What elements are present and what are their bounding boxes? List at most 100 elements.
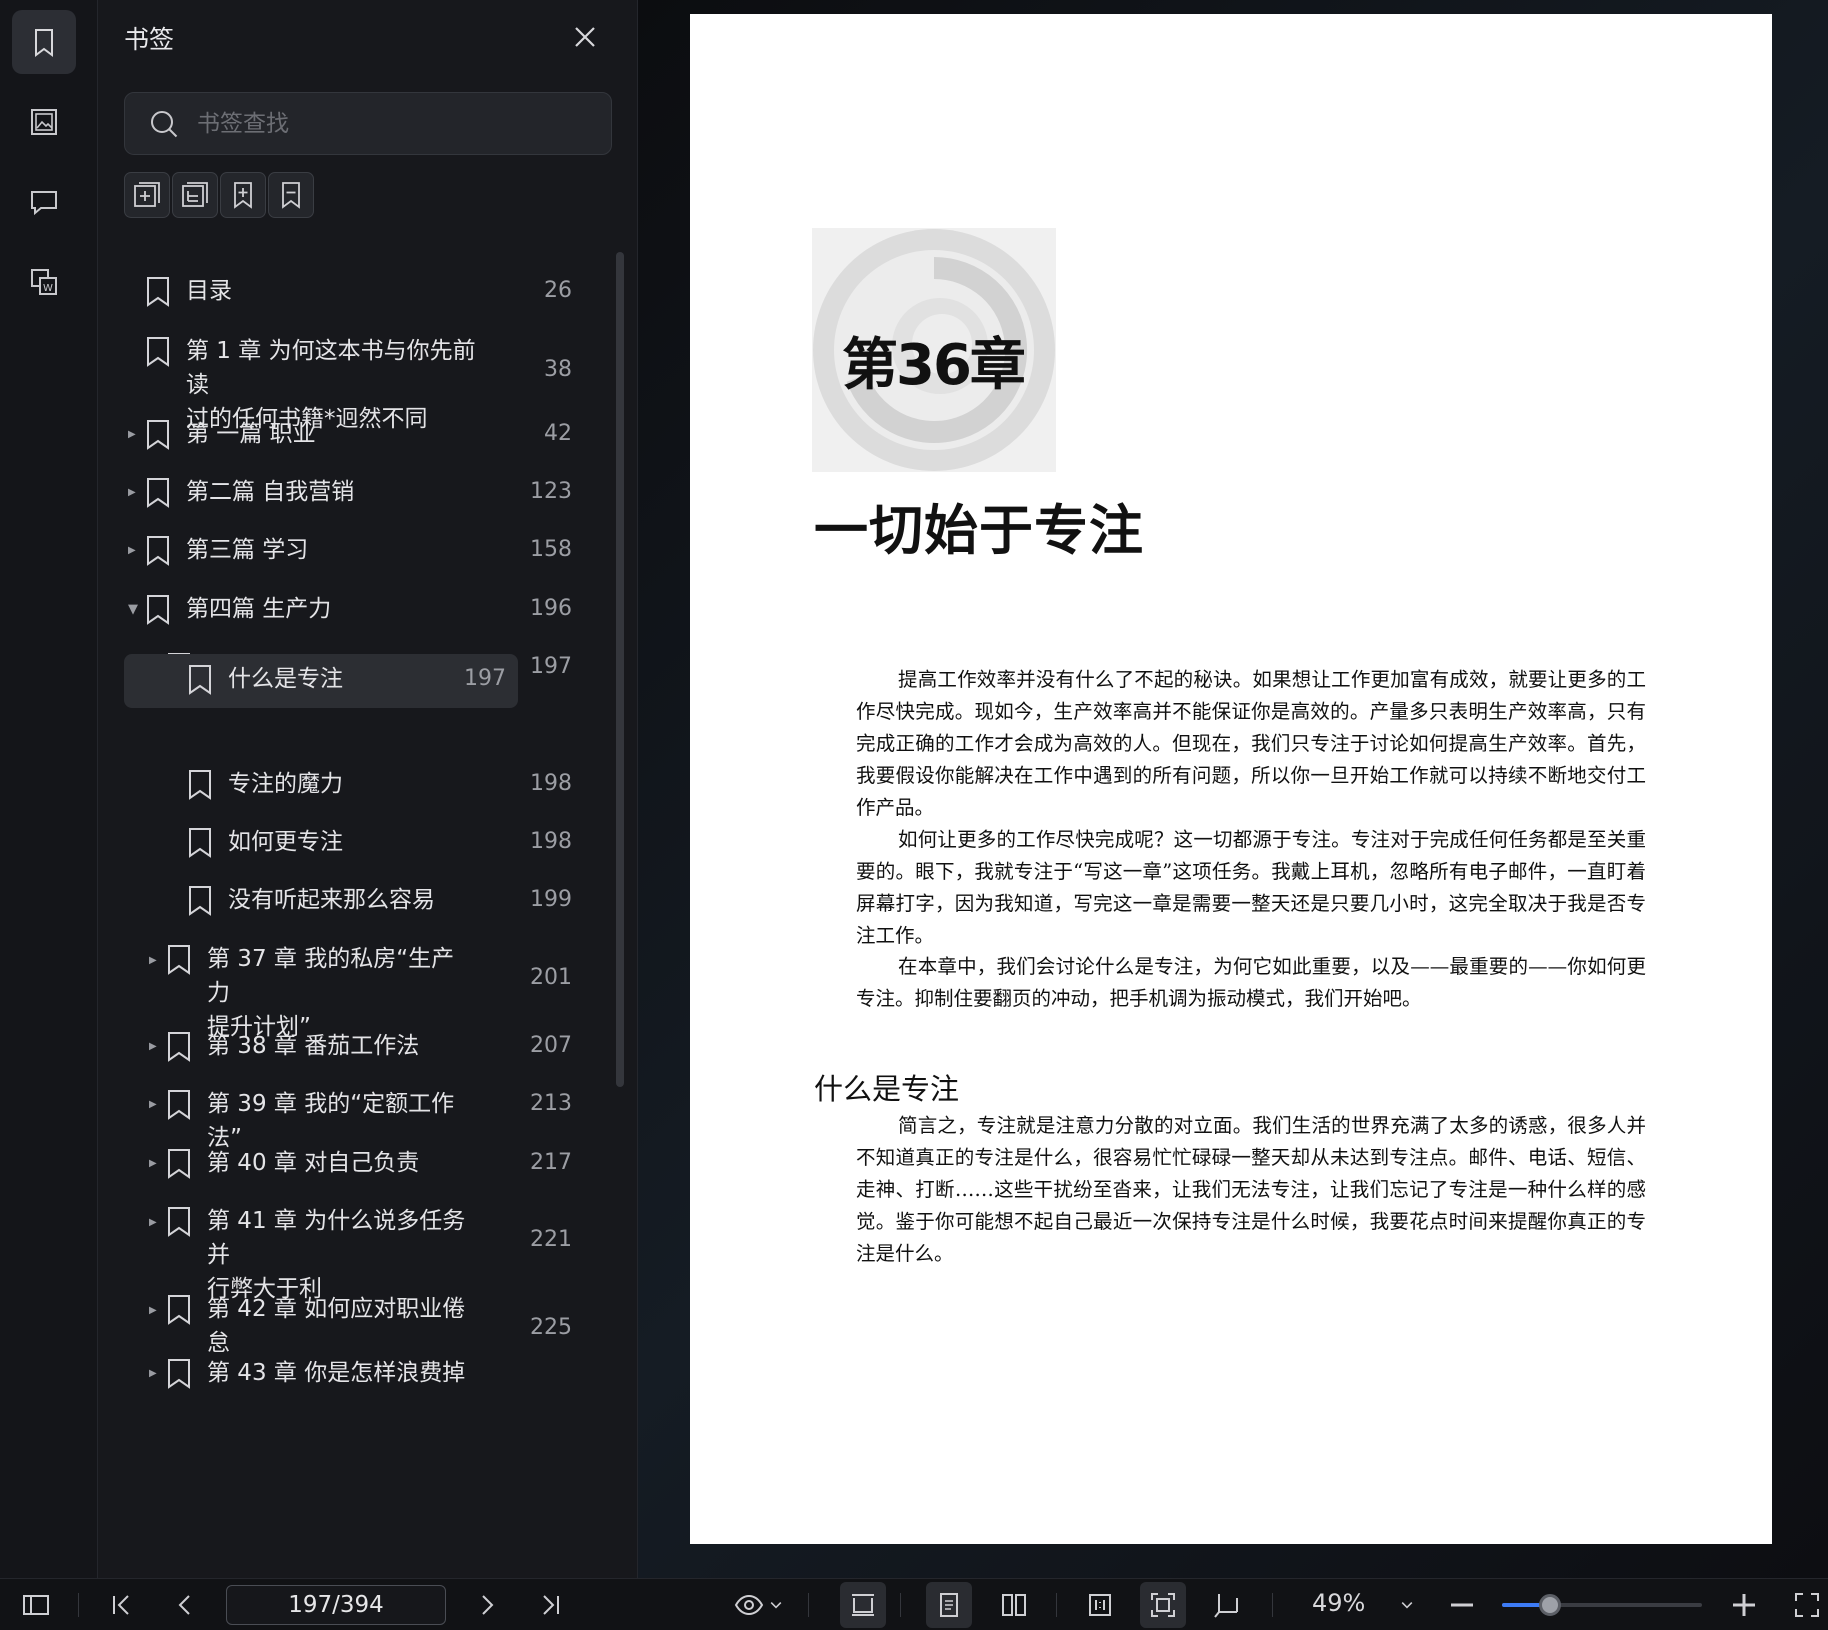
rotate-icon: [1214, 1594, 1238, 1618]
bookmark-item[interactable]: ▶ 第 39 章 我的“定额工作法” 213: [124, 1079, 584, 1151]
page-number-field[interactable]: 197/394: [226, 1585, 446, 1625]
bookmark-item[interactable]: ▶ 第 38 章 番茄工作法 207: [124, 1021, 584, 1073]
bookmark-page-number: 26: [544, 278, 572, 303]
bookmark-item[interactable]: 专注的魔力 198: [124, 759, 584, 811]
zoom-dropdown[interactable]: [1392, 1588, 1422, 1622]
caret-right-icon[interactable]: ▶: [128, 486, 142, 500]
bookmark-page-number: 198: [530, 829, 572, 854]
zoom-out-button[interactable]: [1445, 1588, 1479, 1622]
bookmark-item[interactable]: 如何更专注 198: [124, 817, 584, 869]
add-sub-bookmark-button[interactable]: [172, 172, 218, 218]
zoom-in-button[interactable]: [1727, 1588, 1761, 1622]
actual-size-button[interactable]: [1083, 1588, 1117, 1622]
bookmark-item[interactable]: ▶ 第三篇 学习 158: [124, 525, 584, 577]
bookmark-icon: [147, 420, 169, 450]
close-icon[interactable]: [570, 22, 600, 52]
toolbar-divider: [1056, 1593, 1057, 1617]
search-input[interactable]: [197, 110, 577, 137]
fit-page-button[interactable]: [1140, 1582, 1186, 1628]
sidebar-rail: W: [0, 0, 98, 1578]
caret-right-icon[interactable]: ▶: [149, 1098, 163, 1112]
previous-page-button[interactable]: [168, 1588, 202, 1622]
comment-panel-button[interactable]: [12, 170, 76, 234]
bookmark-page-number: 38: [544, 357, 572, 382]
caret-down-icon[interactable]: ▼: [128, 603, 142, 617]
bookmark-panel-button[interactable]: [12, 10, 76, 74]
caret-right-icon[interactable]: ▶: [149, 1216, 163, 1230]
insert-bookmark-button[interactable]: [220, 172, 266, 218]
svg-text:W: W: [43, 283, 53, 294]
chapter-number: 第36章: [842, 333, 1026, 398]
bookmark-page-number: 42: [544, 421, 572, 446]
chevron-down-icon: [770, 1602, 782, 1609]
bookmark-page-number: 197: [464, 666, 506, 691]
scrollbar-thumb[interactable]: [616, 252, 624, 1087]
bookmark-item[interactable]: ▶ 第 41 章 为什么说多任务并 行弊大于利 221: [124, 1196, 584, 1302]
bookmark-item[interactable]: 目录 26: [124, 266, 584, 318]
panel-title: 书签: [124, 25, 175, 54]
toggle-sidebar-button[interactable]: [19, 1588, 53, 1622]
bookmark-item[interactable]: ▶ 第二篇 自我营销 123: [124, 467, 584, 519]
bookmark-label: 第 43 章 你是怎样浪费掉: [207, 1360, 466, 1386]
caret-right-icon[interactable]: ▶: [149, 1040, 163, 1054]
caret-right-icon[interactable]: ▶: [149, 1367, 163, 1381]
bookmark-icon: [168, 1032, 190, 1062]
bookmark-label: 目录: [186, 278, 232, 304]
bookmark-minus-icon: [282, 182, 300, 209]
thumbnail-panel-button[interactable]: [12, 90, 76, 154]
bookmark-item[interactable]: ▶ 第 43 章 你是怎样浪费掉: [124, 1348, 584, 1400]
actual-size-icon: [1089, 1594, 1111, 1616]
bookmark-label: 第 38 章 番茄工作法: [207, 1033, 420, 1059]
fit-width-icon: [852, 1594, 874, 1616]
single-page-button[interactable]: [926, 1582, 972, 1628]
bookmark-label: 第四篇 生产力: [186, 596, 332, 622]
last-page-icon: [543, 1595, 559, 1615]
remove-bookmark-button[interactable]: [268, 172, 314, 218]
add-bookmark-button[interactable]: [124, 172, 170, 218]
caret-right-icon[interactable]: ▶: [149, 954, 163, 968]
convert-word-button[interactable]: W: [12, 250, 76, 314]
bookmark-icon: [147, 595, 169, 625]
caret-right-icon[interactable]: ▶: [128, 544, 142, 558]
bookmark-item[interactable]: ▶ 第 37 章 我的私房“生产力 提升计划” 201: [124, 934, 584, 1040]
toolbar-divider: [78, 1593, 79, 1617]
chapter-badge: 第36章: [812, 228, 1056, 472]
image-icon: [31, 109, 57, 135]
bottom-toolbar: 197/394 49%: [0, 1578, 1828, 1630]
bookmark-item[interactable]: ▶ 第 一篇 职业 42: [124, 409, 584, 461]
two-page-icon: [1002, 1594, 1026, 1616]
caret-right-icon[interactable]: ▶: [128, 428, 142, 442]
bookmark-page-number: 123: [530, 479, 572, 504]
bookmark-page-number: 197: [530, 654, 572, 679]
rotate-button[interactable]: [1210, 1588, 1244, 1622]
section-heading: 什么是专注: [814, 1072, 960, 1106]
caret-right-icon[interactable]: ▶: [149, 1157, 163, 1171]
zoom-slider[interactable]: [1502, 1603, 1702, 1607]
fit-width-button[interactable]: [840, 1582, 886, 1628]
fullscreen-button[interactable]: [1790, 1588, 1824, 1622]
bookmark-item[interactable]: ▼ 第四篇 生产力 196: [124, 584, 584, 636]
first-page-button[interactable]: [104, 1588, 138, 1622]
two-page-button[interactable]: [997, 1588, 1031, 1622]
bookmark-item[interactable]: 第 1 章 为何这本书与你先前读 过的任何书籍*迥然不同 38: [124, 326, 584, 432]
bookmark-item[interactable]: 没有听起来那么容易 199: [124, 875, 584, 927]
word-convert-icon: W: [31, 269, 57, 295]
next-page-button[interactable]: [470, 1588, 504, 1622]
read-mode-dropdown[interactable]: [766, 1588, 786, 1622]
bookmark-item[interactable]: 什么是专注 197: [124, 654, 518, 708]
bookmark-search: [124, 92, 612, 155]
caret-right-icon[interactable]: ▶: [149, 1304, 163, 1318]
zoom-slider-handle[interactable]: [1539, 1594, 1561, 1616]
bookmark-page-number: 201: [530, 965, 572, 990]
document-viewer[interactable]: 第36章 一切始于专注 提高工作效率并没有什么了不起的秘诀。如果想让工作更加富有…: [638, 0, 1828, 1578]
bookmark-page-number: 207: [530, 1033, 572, 1058]
chevron-down-icon: [1401, 1602, 1413, 1609]
last-page-button[interactable]: [534, 1588, 568, 1622]
read-mode-button[interactable]: [732, 1588, 766, 1622]
search-icon: [151, 110, 178, 137]
toolbar-divider: [900, 1593, 901, 1617]
zoom-level[interactable]: 49%: [1312, 1589, 1365, 1617]
single-page-icon: [940, 1593, 958, 1617]
body-paragraph: 提高工作效率并没有什么了不起的秘诀。如果想让工作更加富有成效，就要让更多的工作尽…: [856, 668, 1646, 819]
bookmark-item[interactable]: ▶ 第 40 章 对自己负责 217: [124, 1138, 584, 1190]
